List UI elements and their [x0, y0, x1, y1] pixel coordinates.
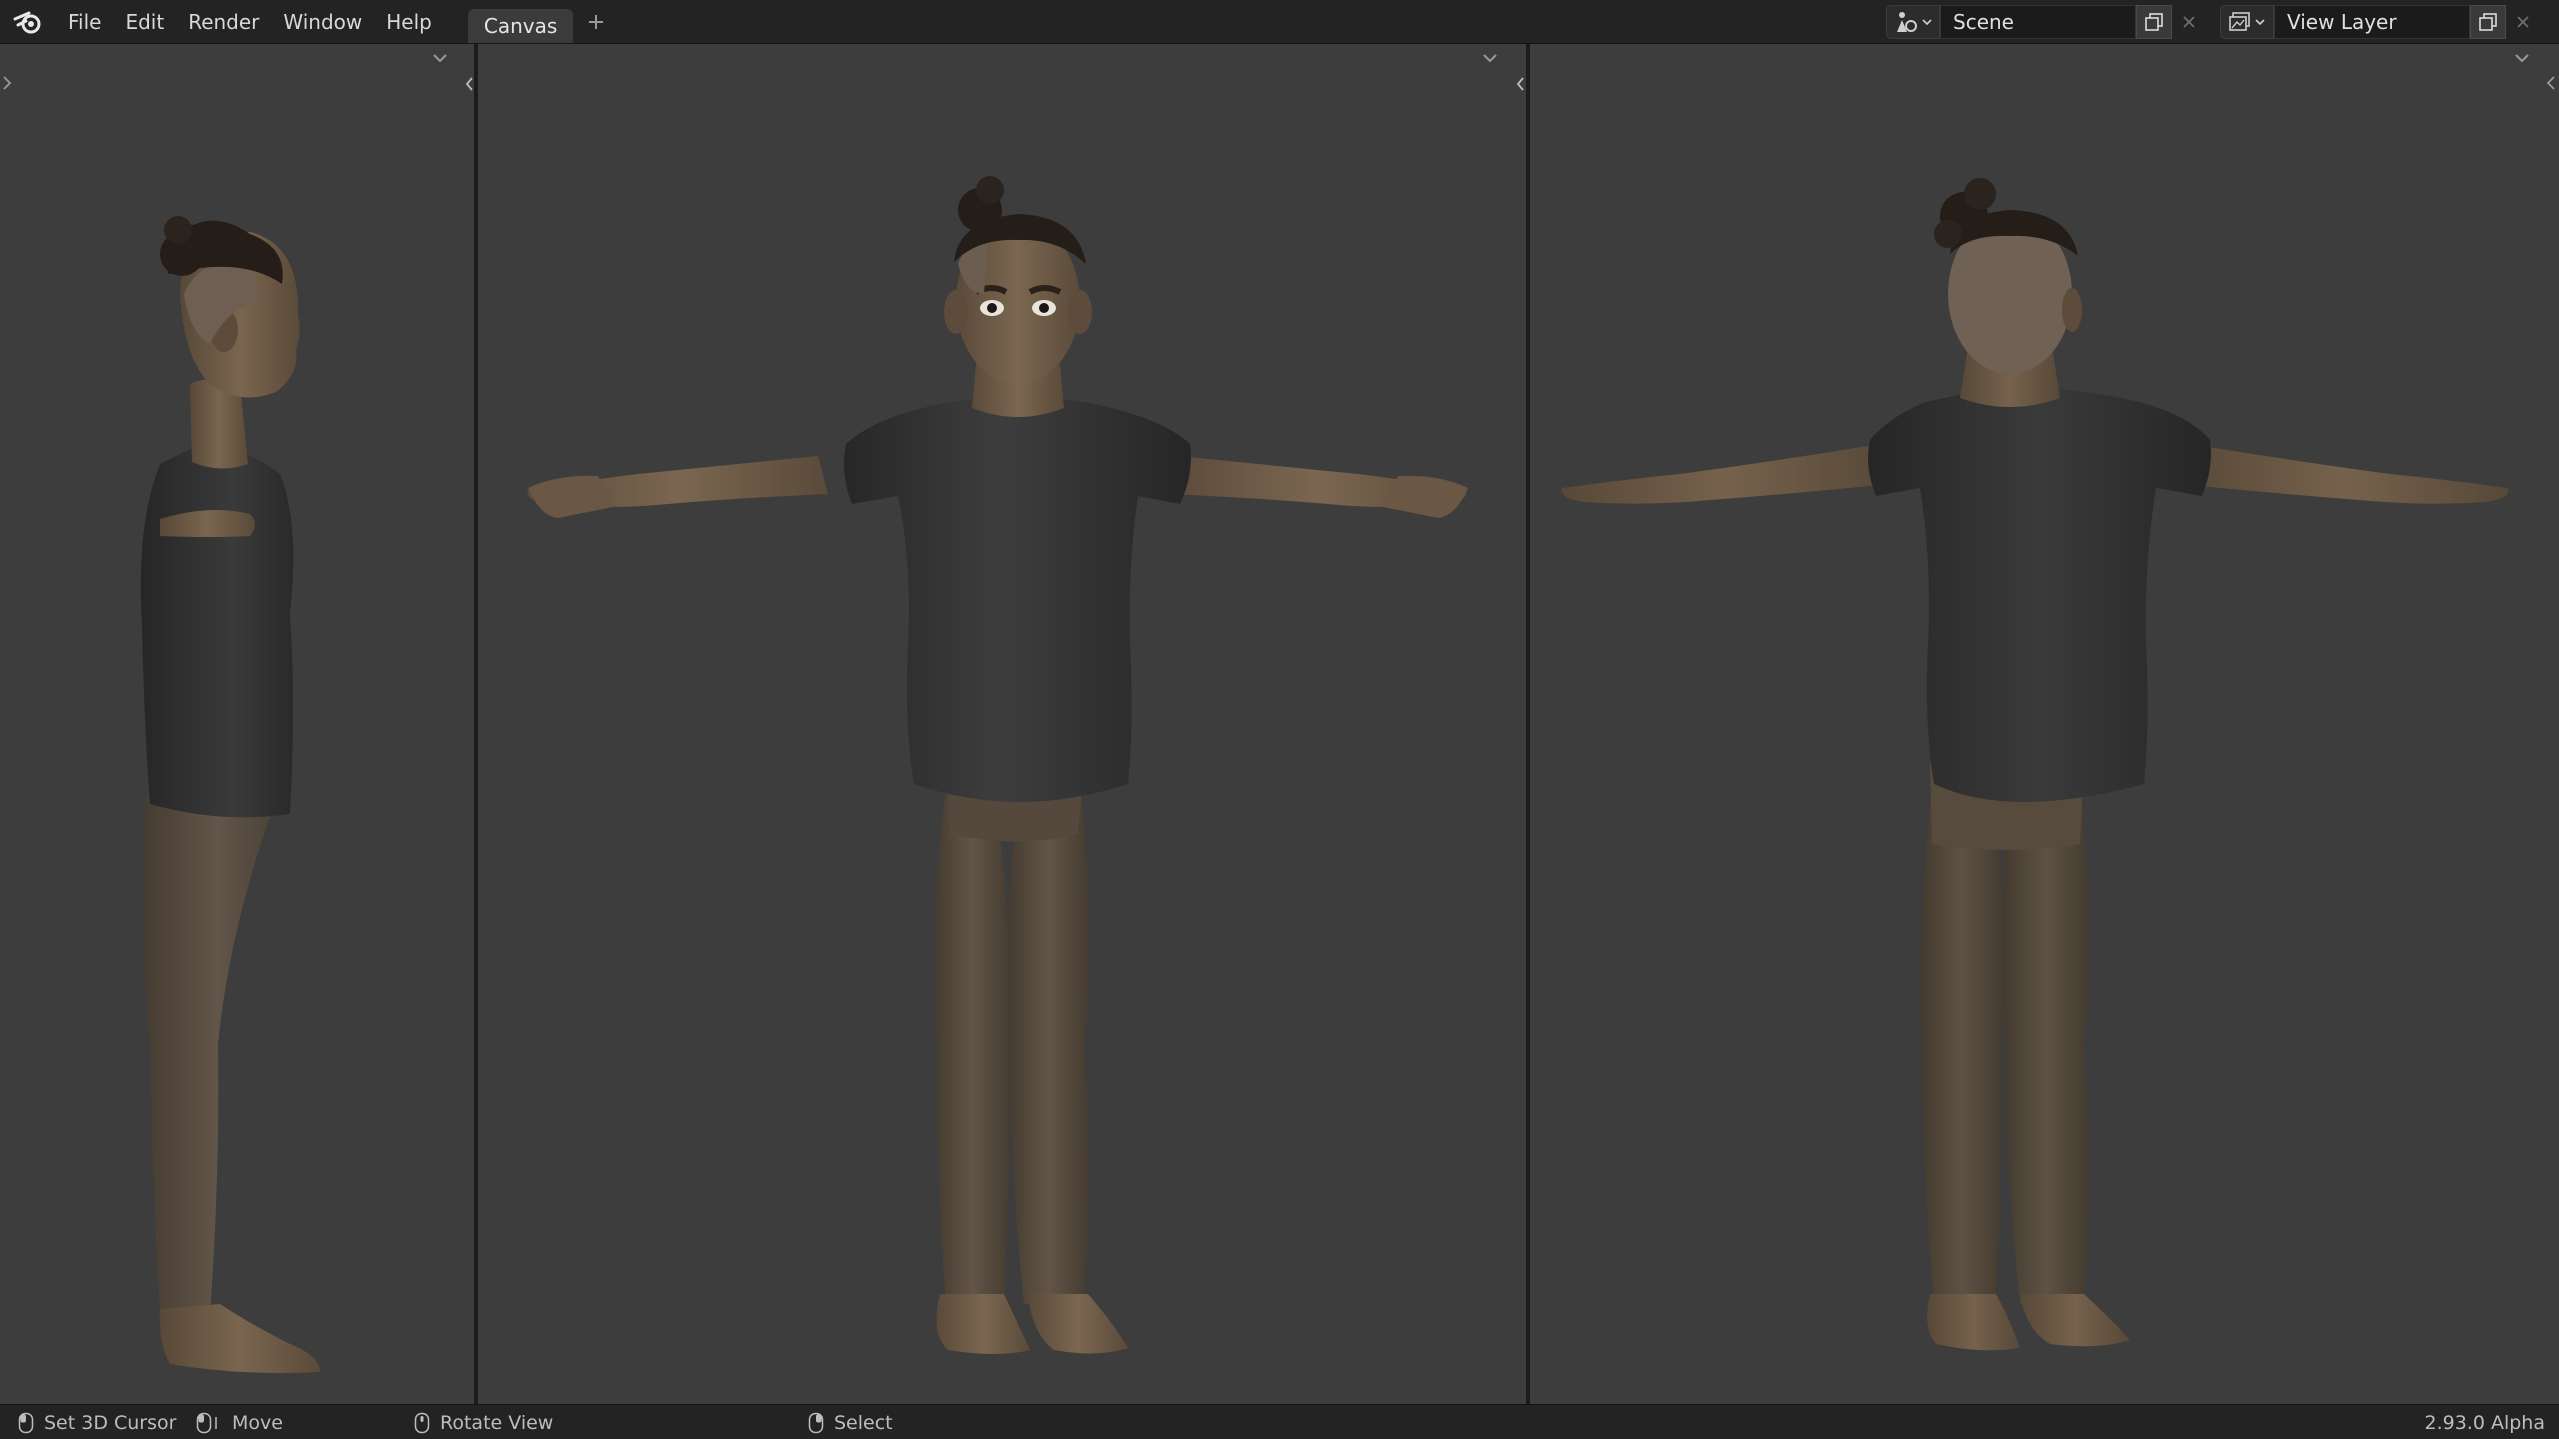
view-layer-browse-button[interactable] — [2220, 5, 2274, 39]
new-view-layer-button[interactable] — [2470, 5, 2506, 39]
chevron-down-icon — [2255, 19, 2265, 26]
menu-edit[interactable]: Edit — [113, 0, 176, 44]
scene-browse-button[interactable] — [1886, 5, 1940, 39]
viewport-back[interactable] — [1530, 44, 2559, 1404]
mouse-right-click-icon — [808, 1412, 824, 1433]
delete-view-layer-button[interactable] — [2506, 5, 2540, 39]
character-side-view — [140, 216, 320, 1373]
tab-canvas[interactable]: Canvas — [467, 8, 574, 43]
plus-icon — [589, 14, 604, 29]
expand-toolbar-icon[interactable] — [0, 72, 14, 94]
viewport-front[interactable] — [478, 44, 1526, 1404]
duplicate-icon — [2145, 13, 2163, 31]
character-back-view — [1561, 178, 2509, 1351]
blender-window: File Edit Render Window Help Canvas Scen… — [0, 0, 2559, 1439]
view-layer-icon — [2229, 12, 2250, 31]
workspace-tabs: Canvas — [467, 0, 613, 44]
top-bar: File Edit Render Window Help Canvas Scen… — [0, 0, 2559, 44]
status-rotate-view-label: Rotate View — [440, 1411, 554, 1434]
mouse-drag-icon — [196, 1412, 217, 1433]
mouse-left-click-icon — [18, 1412, 34, 1433]
status-move-label: Move — [232, 1411, 283, 1434]
chevron-down-icon — [1922, 19, 1932, 26]
main-menu: File Edit Render Window Help — [56, 0, 444, 44]
blender-logo-icon[interactable] — [0, 0, 56, 44]
menu-render[interactable]: Render — [176, 0, 271, 44]
status-set-cursor: Set 3D Cursor — [18, 1405, 176, 1439]
view-layer-name-field[interactable]: View Layer — [2274, 5, 2470, 39]
menu-file[interactable]: File — [56, 0, 113, 44]
delete-scene-button[interactable] — [2172, 5, 2206, 39]
viewport-side[interactable] — [0, 44, 474, 1404]
duplicate-icon — [2479, 13, 2497, 31]
version-label: 2.93.0 Alpha — [2424, 1411, 2546, 1434]
expand-sidebar-icon[interactable] — [2544, 72, 2558, 94]
chevron-down-icon[interactable] — [430, 50, 450, 66]
status-move: Move — [196, 1405, 283, 1439]
menu-help[interactable]: Help — [374, 0, 444, 44]
close-icon — [2183, 16, 2195, 28]
status-bar: Set 3D Cursor Move Rotate View Select 2.… — [0, 1404, 2559, 1439]
new-scene-button[interactable] — [2136, 5, 2172, 39]
status-set-cursor-label: Set 3D Cursor — [44, 1411, 177, 1434]
add-workspace-button[interactable] — [579, 5, 613, 39]
scene-icon — [1897, 12, 1917, 32]
mouse-middle-click-icon — [414, 1412, 430, 1433]
menu-window[interactable]: Window — [271, 0, 374, 44]
status-select: Select — [808, 1405, 893, 1439]
character-front-view — [527, 176, 1468, 1354]
chevron-down-icon[interactable] — [2512, 50, 2532, 66]
scene-name-field[interactable]: Scene — [1940, 5, 2136, 39]
chevron-down-icon[interactable] — [1480, 50, 1500, 66]
view-layer-selector: View Layer — [2220, 5, 2540, 39]
status-select-label: Select — [834, 1411, 893, 1434]
close-icon — [2517, 16, 2529, 28]
scene-selector: Scene — [1886, 5, 2206, 39]
status-rotate-view: Rotate View — [414, 1405, 553, 1439]
